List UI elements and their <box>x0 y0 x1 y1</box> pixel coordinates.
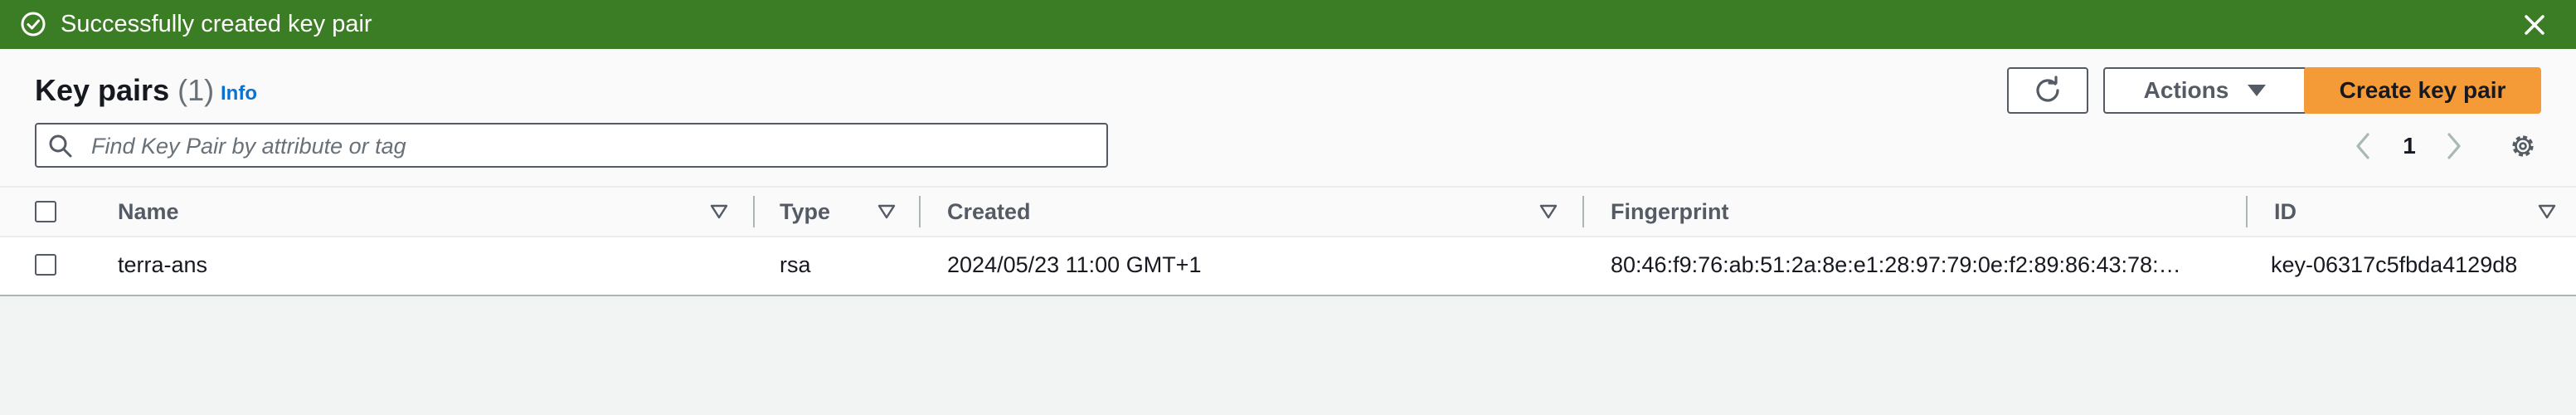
panel-header: Key pairs (1) Info Actions Create key pa… <box>0 49 2576 186</box>
select-all-checkbox[interactable] <box>35 201 56 222</box>
close-icon[interactable] <box>2518 8 2551 42</box>
sort-down-icon[interactable] <box>710 203 728 220</box>
page-title-text: Key pairs <box>35 73 170 107</box>
column-header-fingerprint[interactable]: Fingerprint <box>1611 188 1729 236</box>
key-pair-count: (1) <box>177 73 215 107</box>
column-resizer[interactable] <box>919 196 921 227</box>
row-select-checkbox[interactable] <box>35 254 56 276</box>
search-icon <box>49 134 72 158</box>
flash-message: Successfully created key pair <box>61 11 372 37</box>
actions-dropdown-button[interactable]: Actions <box>2103 67 2307 114</box>
cell-name: terra-ans <box>118 252 208 277</box>
key-pairs-panel: Key pairs (1) Info Actions Create key pa… <box>0 49 2576 296</box>
refresh-icon <box>2036 76 2059 102</box>
table-row[interactable]: terra-ans rsa 2024/05/23 11:00 GMT+1 80:… <box>0 237 2576 293</box>
success-flash-banner: Successfully created key pair <box>0 0 2576 49</box>
gear-icon[interactable] <box>2508 131 2538 161</box>
column-header-type[interactable]: Type <box>780 188 830 236</box>
sort-down-icon[interactable] <box>877 203 896 220</box>
sort-down-icon[interactable] <box>1539 203 1558 220</box>
cell-created: 2024/05/23 11:00 GMT+1 <box>947 252 1202 277</box>
column-resizer[interactable] <box>1582 196 1584 227</box>
actions-label: Actions <box>2143 77 2229 103</box>
sort-down-icon[interactable] <box>2538 203 2556 220</box>
caret-down-icon <box>2248 85 2267 96</box>
create-key-pair-label: Create key pair <box>2339 77 2506 103</box>
table-header: Name Type Created Fingerprint ID <box>0 186 2576 237</box>
refresh-button[interactable] <box>2007 67 2088 114</box>
info-link[interactable]: Info <box>221 77 257 110</box>
next-page-icon[interactable] <box>2442 129 2467 163</box>
column-header-name[interactable]: Name <box>118 188 179 236</box>
cell-type: rsa <box>780 252 811 277</box>
search-input[interactable] <box>90 129 1088 163</box>
column-header-id[interactable]: ID <box>2274 188 2297 236</box>
current-page-number[interactable]: 1 <box>2397 129 2422 163</box>
search-field[interactable] <box>35 123 1108 168</box>
cell-id: key-06317c5fbda4129d8 <box>2271 252 2518 277</box>
page-title: Key pairs (1) <box>35 67 214 114</box>
check-circle-icon <box>21 12 46 37</box>
column-header-created[interactable]: Created <box>947 188 1031 236</box>
cell-fingerprint: 80:46:f9:76:ab:51:2a:8e:e1:28:97:79:0e:f… <box>1611 252 2181 277</box>
create-key-pair-button[interactable]: Create key pair <box>2304 67 2541 114</box>
previous-page-icon[interactable] <box>2350 129 2375 163</box>
column-resizer[interactable] <box>2246 196 2248 227</box>
column-resizer[interactable] <box>753 196 755 227</box>
